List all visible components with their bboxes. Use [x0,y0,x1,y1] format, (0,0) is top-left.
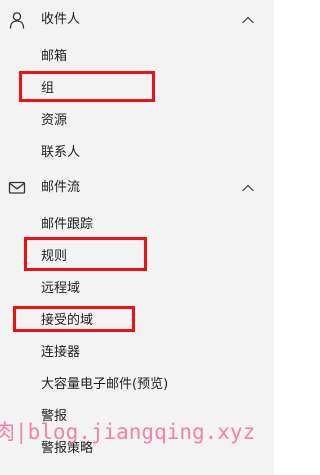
nav-item-label: 邮件跟踪 [41,217,94,232]
nav-item-label: 远程域 [41,281,81,296]
recipients-section-header[interactable]: 收件人 [0,3,274,37]
nav-item-label: 警报策略 [41,441,94,456]
nav-item-label: 大容量电子邮件(预览) [41,377,169,392]
nav-item-accepted-domains[interactable]: 接受的域 [0,306,274,336]
nav-item-label: 连接器 [41,345,81,360]
nav-item-rules[interactable]: 规则 [0,242,274,272]
nav-item-label: 资源 [41,113,68,128]
chevron-up-icon[interactable] [241,181,255,195]
nav-item-label: 组 [41,81,55,96]
nav-item-label: 邮箱 [41,49,68,64]
recipients-section-label: 收件人 [41,12,81,27]
nav-item-contacts[interactable]: 联系人 [0,138,274,168]
nav-item-label: 警报 [41,409,68,424]
mail-flow-section-label: 邮件流 [41,180,81,195]
nav-item-label: 联系人 [41,145,81,160]
person-icon [9,12,25,29]
navigation-panel: 收件人 邮箱 组 资源 联系人 邮件流 邮件跟踪 规则 远程域 接受的域 连接器… [0,0,274,475]
chevron-up-icon[interactable] [241,13,255,27]
nav-item-label: 规则 [41,249,68,264]
nav-item-groups[interactable]: 组 [0,74,274,104]
right-gutter [274,0,283,475]
nav-item-alerts[interactable]: 警报 [0,402,274,432]
nav-item-message-trace[interactable]: 邮件跟踪 [0,210,274,240]
mail-flow-section-header[interactable]: 邮件流 [0,171,274,205]
nav-item-label: 接受的域 [41,313,94,328]
mail-icon [8,181,26,194]
nav-item-connectors[interactable]: 连接器 [0,338,274,368]
nav-item-alert-policies[interactable]: 警报策略 [0,434,274,464]
nav-item-mailboxes[interactable]: 邮箱 [0,42,274,72]
nav-item-resources[interactable]: 资源 [0,106,274,136]
nav-item-remote-domains[interactable]: 远程域 [0,274,274,304]
nav-item-high-volume-email[interactable]: 大容量电子邮件(预览) [0,370,274,400]
